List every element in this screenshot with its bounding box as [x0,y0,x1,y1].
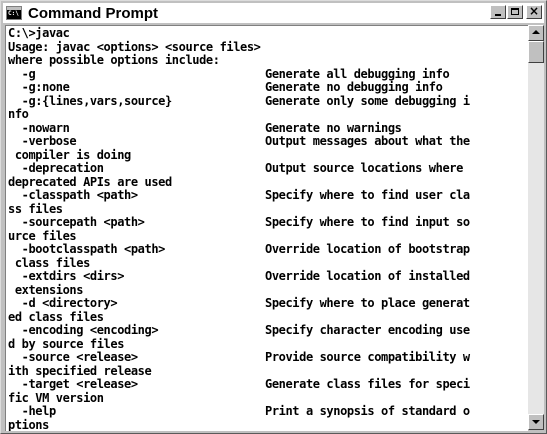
console-line: -classpath <path> Specify where to find u… [8,188,471,202]
console-line-description: Generate no warnings [265,120,402,135]
console-line-description: Specify character encoding use [265,323,470,337]
close-button[interactable]: × [526,4,542,19]
console-line-description: Generate all debugging info [265,66,450,81]
console-line-text: -nowarn [8,120,70,135]
console-line: -deprecation Output source locations wher… [8,161,464,175]
console-line-text: urce files [8,228,77,243]
scroll-thumb[interactable] [528,41,544,63]
console-line-text: -source <release> [8,350,138,364]
console-line: d by source files [8,337,124,351]
console-line-description: Print a synopsis of standard o [265,404,470,418]
console-line-text: -g [8,66,36,81]
console-line-text: ed class files [8,309,104,324]
minimize-button[interactable] [490,5,506,19]
console-line: -sourcepath <path> Specify where to find … [8,215,471,229]
console-line-text: extensions [8,282,84,297]
console-line-text: -help [8,404,57,418]
console-line-text: -bootclasspath <path> [8,242,166,256]
console-output[interactable]: C:\>javac Usage: javac <options> <source … [5,25,528,431]
window-controls: × [489,4,542,19]
console-line-text: -encoding <encoding> [8,323,159,337]
console-line-text: C:\>javac [8,26,70,40]
console-line: where possible options include: [8,53,220,67]
console-line: -g:none Generate no debugging info [8,80,443,94]
console-line-description: Generate class files for speci [265,377,470,391]
console-line: -g:{lines,vars,source} Generate only some… [8,93,471,108]
console-line: nfo [8,107,29,121]
console-line-text: -extdirs <dirs> [8,269,125,283]
console-line: ed class files [8,310,104,324]
console-line-text: where possible options include: [8,53,220,67]
maximize-button[interactable] [507,5,523,19]
minimize-icon [495,14,501,16]
console-line-description: Specify where to find input so [265,215,470,229]
console-line-text: deprecated APIs are used [8,174,172,189]
console-line: fic VM version [8,391,104,405]
console-line-text: -verbose [8,134,77,148]
console-line: -help Print a synopsis of standard o [8,404,471,418]
console-line-text: -d <directory> [8,296,118,310]
console-line: ss files [8,202,63,216]
command-prompt-window: Command Prompt × C:\>javacUsage: javac <… [0,0,547,434]
console-icon[interactable] [6,6,22,20]
console-line-text: nfo [8,107,29,121]
console-line: -extdirs <dirs> Override location of inst… [8,269,471,283]
console-line-description: Output source locations where [265,161,463,175]
console-line-description: Override location of bootstrap [265,242,470,256]
console-line-text: ptions [8,417,49,432]
console-line: Usage: javac <options> <source files> [8,40,261,54]
console-line: -nowarn Generate no warnings [8,120,402,135]
close-icon: × [528,4,540,18]
console-line: -g Generate all debugging info [8,66,450,81]
console-line: deprecated APIs are used [8,175,172,189]
console-line-text: fic VM version [8,390,104,405]
console-line-description: Generate no debugging info [265,80,443,94]
console-line: -bootclasspath <path> Override location o… [8,242,471,256]
console-line-text: d by source files [8,336,125,351]
console-line-text: -g:{lines,vars,source} [8,93,173,108]
console-line-text: ith specified release [8,363,152,378]
console-line-text: ss files [8,201,63,216]
scroll-down-button[interactable] [528,414,544,430]
title-bar[interactable]: Command Prompt × [3,3,544,23]
console-line-description: Override location of installed [265,269,470,283]
vertical-scrollbar[interactable] [528,25,544,430]
console-line: -source <release> Provide source compatib… [8,350,471,364]
scroll-up-button[interactable] [528,25,544,41]
console-line: ptions [8,418,49,432]
console-line: ith specified release [8,363,152,378]
window-title: Command Prompt [28,4,159,22]
console-line-text: -sourcepath <path> [8,215,145,229]
console-line-description: Specify where to find user cla [265,188,470,202]
console-line: compiler is doing [8,148,131,162]
console-line-text: -target <release> [8,377,138,391]
console-line: -target <release> Generate class files fo… [8,377,471,391]
console-line: C:\>javac [8,26,70,40]
console-line: urce files [8,228,77,243]
console-line-description: Specify where to place generat [265,296,470,310]
console-line: -d <directory> Specify where to place gen… [8,296,471,310]
console-line-text: -deprecation [8,161,104,175]
console-line-text: -g:none [8,80,70,94]
console-line-description: Output messages about what the [265,134,470,148]
console-line-text: -classpath <path> [8,188,138,202]
console-line: class files [8,256,90,270]
console-line-text: compiler is doing [8,147,131,162]
console-line-text: Usage: javac <options> <source files> [8,39,261,54]
console-line: -verbose Output messages about what the [8,134,471,148]
console-line-description: Generate only some debugging i [265,93,470,108]
console-line-text: class files [8,255,90,270]
console-line: extensions [8,282,84,297]
console-line: -encoding <encoding> Specify character en… [8,323,471,337]
maximize-icon [511,8,519,15]
console-line-description: Provide source compatibility w [265,350,470,364]
